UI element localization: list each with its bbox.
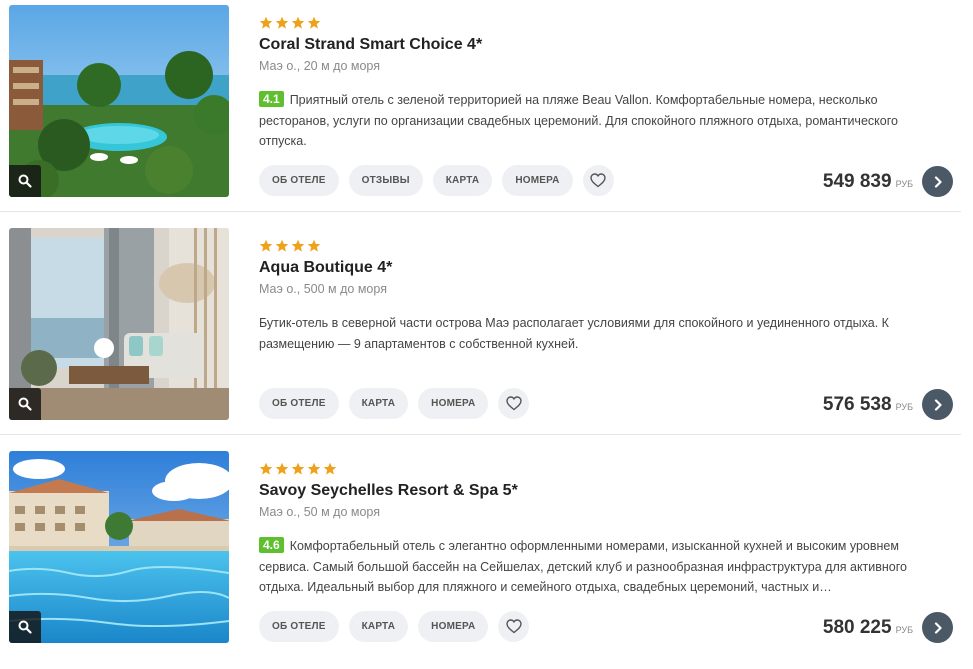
- hotel-location: Маэ о., 20 м до моря: [259, 59, 381, 73]
- rating-badge: 4.6: [259, 537, 284, 553]
- favorite-button[interactable]: [498, 611, 530, 642]
- about-hotel-button[interactable]: ОБ ОТЕЛЕ: [259, 388, 339, 419]
- star-icon: [259, 462, 273, 475]
- chevron-right-icon: [934, 621, 942, 634]
- description-text: Приятный отель с зеленой территорией на …: [259, 93, 898, 148]
- chevron-right-icon: [934, 175, 942, 188]
- star-icon: [291, 462, 305, 475]
- hotel-title[interactable]: Savoy Seychelles Resort & Spa 5*: [259, 482, 518, 500]
- magnifier-icon: [18, 620, 32, 634]
- open-hotel-button[interactable]: [922, 389, 953, 420]
- card-divider: [0, 434, 961, 435]
- favorite-button[interactable]: [582, 165, 614, 196]
- map-button[interactable]: КАРТА: [348, 611, 409, 642]
- hotel-description: 4.6 Комфортабельный отель с элегантно офо…: [259, 536, 949, 598]
- hotel-photo[interactable]: [9, 228, 229, 420]
- price-currency: РУБ: [895, 179, 913, 189]
- hotel-actions: ОБ ОТЕЛЕ ОТЗЫВЫ КАРТА НОМЕРА: [259, 165, 614, 196]
- price-value: 549 839: [822, 171, 892, 192]
- hotel-photo[interactable]: [9, 451, 229, 643]
- rooms-button[interactable]: НОМЕРА: [418, 388, 489, 419]
- star-icon: [323, 462, 337, 475]
- hotel-title[interactable]: Aqua Boutique 4*: [259, 259, 392, 277]
- star-rating: [259, 239, 321, 253]
- zoom-button[interactable]: [9, 611, 41, 643]
- star-rating: [259, 16, 321, 30]
- price-currency: РУБ: [895, 625, 913, 635]
- magnifier-icon: [18, 397, 32, 411]
- hotel-location: Маэ о., 50 м до моря: [259, 505, 381, 519]
- hotel-title[interactable]: Coral Strand Smart Choice 4*: [259, 36, 482, 54]
- price-value: 576 538: [822, 394, 892, 415]
- open-hotel-button[interactable]: [922, 612, 953, 643]
- rooms-button[interactable]: НОМЕРА: [502, 165, 573, 196]
- description-text: Бутик-отель в северной части острова Маэ…: [259, 316, 889, 351]
- star-icon: [307, 239, 321, 252]
- about-hotel-button[interactable]: ОБ ОТЕЛЕ: [259, 165, 339, 196]
- rooms-button[interactable]: НОМЕРА: [418, 611, 489, 642]
- star-icon: [259, 16, 273, 29]
- hotel-description: 4.1 Приятный отель с зеленой территорией …: [259, 90, 949, 152]
- card-divider: [0, 211, 961, 212]
- star-icon: [291, 16, 305, 29]
- star-icon: [275, 239, 289, 252]
- hotel-list: Coral Strand Smart Choice 4* Маэ о., 20 …: [0, 0, 973, 656]
- heart-icon: [506, 619, 522, 634]
- hotel-card: Coral Strand Smart Choice 4* Маэ о., 20 …: [0, 0, 963, 223]
- star-icon: [275, 462, 289, 475]
- reviews-button[interactable]: ОТЗЫВЫ: [348, 165, 423, 196]
- price: 580 225 РУБ: [823, 617, 913, 639]
- star-rating: [259, 462, 337, 476]
- zoom-button[interactable]: [9, 165, 41, 197]
- star-icon: [275, 16, 289, 29]
- map-button[interactable]: КАРТА: [348, 388, 409, 419]
- hotel-photo[interactable]: [9, 5, 229, 197]
- price-currency: РУБ: [895, 402, 913, 412]
- zoom-button[interactable]: [9, 388, 41, 420]
- star-icon: [259, 239, 273, 252]
- hotel-card: Aqua Boutique 4* Маэ о., 500 м до моря Б…: [0, 223, 963, 446]
- star-icon: [307, 462, 321, 475]
- about-hotel-button[interactable]: ОБ ОТЕЛЕ: [259, 611, 339, 642]
- heart-icon: [506, 396, 522, 411]
- price: 549 839 РУБ: [823, 171, 913, 193]
- hotel-description: Бутик-отель в северной части острова Маэ…: [259, 313, 949, 354]
- price-value: 580 225: [822, 617, 892, 638]
- map-button[interactable]: КАРТА: [432, 165, 493, 196]
- chevron-right-icon: [934, 398, 942, 411]
- hotel-location: Маэ о., 500 м до моря: [259, 282, 387, 296]
- open-hotel-button[interactable]: [922, 166, 953, 197]
- star-icon: [291, 239, 305, 252]
- hotel-actions: ОБ ОТЕЛЕ КАРТА НОМЕРА: [259, 388, 530, 419]
- star-icon: [307, 16, 321, 29]
- hotel-card: Savoy Seychelles Resort & Spa 5* Маэ о.,…: [0, 446, 963, 669]
- magnifier-icon: [18, 174, 32, 188]
- hotel-actions: ОБ ОТЕЛЕ КАРТА НОМЕРА: [259, 611, 530, 642]
- rating-badge: 4.1: [259, 91, 284, 107]
- description-text: Комфортабельный отель с элегантно оформл…: [259, 539, 907, 594]
- price: 576 538 РУБ: [823, 394, 913, 416]
- heart-icon: [590, 173, 606, 188]
- favorite-button[interactable]: [498, 388, 530, 419]
